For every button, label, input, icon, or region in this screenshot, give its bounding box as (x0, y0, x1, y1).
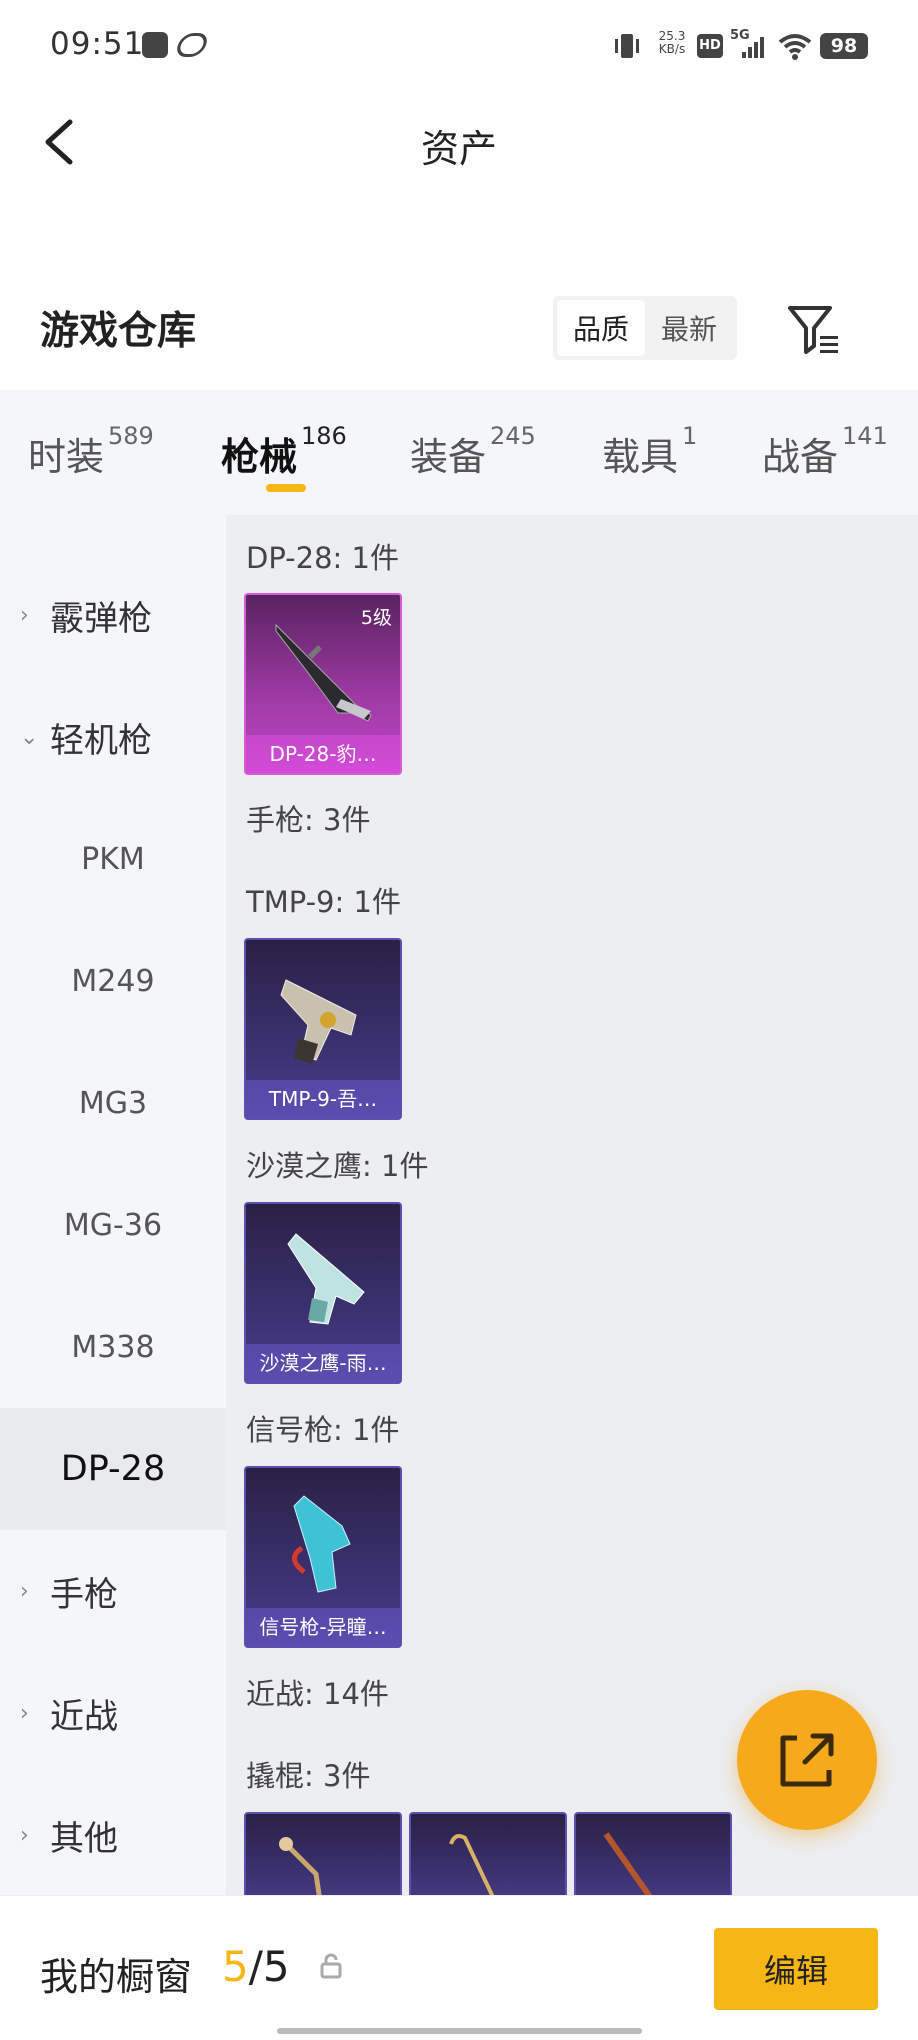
item-card-crowbar-1[interactable] (244, 1812, 402, 1895)
group-title-melee: 近战: 14件 (246, 1677, 389, 1711)
group-title-flare-gun: 信号枪: 1件 (246, 1413, 400, 1447)
item-card-label: TMP-9-吾… (246, 1080, 400, 1118)
sidebar-item-pistol[interactable]: › 手枪 (0, 1530, 226, 1652)
filter-icon[interactable] (786, 302, 842, 358)
lock-icon (320, 1953, 342, 1979)
signal-icon: 5G (730, 28, 770, 60)
chevron-right-icon: › (20, 602, 29, 628)
home-indicator (277, 2028, 642, 2034)
chevron-down-icon: ⌄ (20, 724, 39, 750)
sidebar-item-lmg[interactable]: ⌄ 轻机枪 (0, 676, 226, 798)
sidebar-item-shotgun[interactable]: › 霰弹枪 (0, 554, 226, 676)
sidebar-item-m249[interactable]: M249 (0, 920, 226, 1042)
item-card-label: 信号枪-异瞳… (246, 1608, 400, 1646)
tab-equipment[interactable]: 装备 245 (410, 422, 536, 481)
tab-vehicles[interactable]: 载具 1 (602, 422, 697, 481)
group-title-crowbar: 撬棍: 3件 (246, 1759, 371, 1793)
weapon-category-sidebar: › 霰弹枪 ⌄ 轻机枪 PKM M249 MG3 MG-36 M338 DP-28 … (0, 515, 226, 1895)
item-card-label: 沙漠之鹰-雨… (246, 1344, 400, 1382)
crowbar-image (279, 1837, 322, 1895)
sort-quality-button[interactable]: 品质 (557, 300, 645, 356)
sort-newest-button[interactable]: 最新 (645, 300, 733, 356)
warehouse-title: 游戏仓库 (40, 309, 197, 354)
item-card-tmp9[interactable]: TMP-9-吾… (244, 938, 402, 1120)
chevron-right-icon: › (20, 1700, 29, 1726)
group-title-pistol: 手枪: 3件 (246, 803, 371, 837)
wifi-icon (778, 34, 812, 60)
item-card-desert-eagle[interactable]: 沙漠之鹰-雨… (244, 1202, 402, 1384)
sidebar-item-mg36[interactable]: MG-36 (0, 1164, 226, 1286)
tab-fashion[interactable]: 时装 589 (28, 422, 154, 481)
tab-combat-gear[interactable]: 战备 141 (762, 422, 888, 481)
sidebar-item-pkm[interactable]: PKM (0, 798, 226, 920)
item-card-crowbar-3[interactable] (574, 1812, 732, 1895)
edit-button[interactable]: 编辑 (714, 1928, 878, 2010)
item-card-flare-gun[interactable]: 信号枪-异瞳… (244, 1466, 402, 1648)
sidebar-item-other[interactable]: › 其他 (0, 1774, 226, 1896)
sidebar-item-melee[interactable]: › 近战 (0, 1652, 226, 1774)
sort-toggle: 品质 最新 (553, 296, 737, 360)
chevron-right-icon: › (20, 1578, 29, 1604)
sidebar-item-mg3[interactable]: MG3 (0, 1042, 226, 1164)
sidebar-item-m338[interactable]: M338 (0, 1286, 226, 1408)
status-time: 09:51 (50, 26, 145, 62)
net-speed-unit: KB/s (658, 42, 686, 56)
showcase-count: 5/5 (222, 1942, 290, 1991)
group-title-desert-eagle: 沙漠之鹰: 1件 (246, 1149, 429, 1183)
chevron-right-icon: › (20, 1822, 29, 1848)
group-title-dp28: DP-28: 1件 (246, 541, 399, 575)
group-title-tmp9: TMP-9: 1件 (246, 885, 401, 919)
sidebar-item-dp28[interactable]: DP-28 (0, 1408, 226, 1530)
category-tabs: 时装 589 枪械 186 装备 245 载具 1 战备 141 (0, 390, 918, 515)
crowbar-image (603, 1832, 653, 1895)
message-notification-icon (142, 32, 168, 58)
page-title: 资产 (420, 127, 497, 171)
item-level-badge: 5级 (360, 607, 392, 629)
crowbar-image (449, 1834, 495, 1895)
item-card-dp28[interactable]: 5级 DP-28-豹… (244, 593, 402, 775)
tab-firearms[interactable]: 枪械 186 (221, 422, 347, 481)
battery-icon: 98 (820, 33, 868, 59)
vibrate-icon (615, 34, 639, 58)
item-card-label: DP-28-豹… (246, 735, 400, 773)
item-list: DP-28: 1件 5级 DP-28-豹… 手枪: 3件 TMP-9: 1件 T… (226, 515, 918, 1895)
item-card-crowbar-2[interactable] (409, 1812, 567, 1895)
hd-icon: HD (697, 34, 723, 58)
showcase-title: 我的橱窗 (40, 1955, 193, 1999)
active-tab-indicator (266, 484, 306, 492)
share-icon (780, 1733, 834, 1787)
share-fab-button[interactable] (737, 1690, 877, 1830)
app-notification-icon (173, 33, 211, 57)
